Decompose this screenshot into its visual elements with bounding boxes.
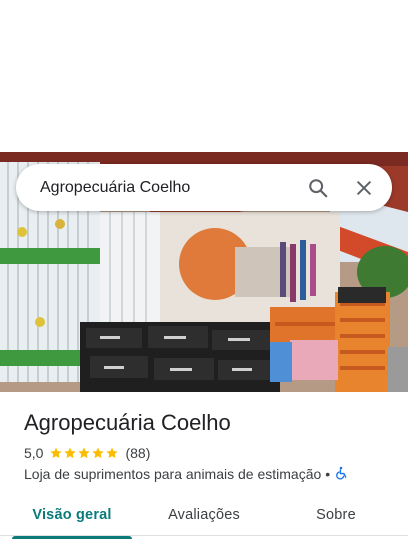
category-row: Loja de suprimentos para animais de esti… bbox=[24, 465, 348, 483]
tab-about-label: Sobre bbox=[316, 507, 356, 523]
active-tab-indicator bbox=[12, 536, 132, 539]
star-icon bbox=[78, 447, 91, 459]
star-icon bbox=[92, 447, 105, 459]
place-info-panel: Agropecuária Coelho 5,0 (88) Loja de sup… bbox=[0, 392, 408, 544]
place-category[interactable]: Loja de suprimentos para animais de esti… bbox=[24, 466, 321, 482]
tab-reviews-label: Avaliações bbox=[168, 507, 240, 523]
close-icon[interactable] bbox=[340, 166, 392, 210]
search-icon[interactable] bbox=[296, 166, 340, 210]
tabs-divider bbox=[0, 535, 408, 536]
search-bar[interactable]: Agropecuária Coelho bbox=[16, 164, 392, 211]
tab-about[interactable]: Sobre bbox=[264, 495, 408, 535]
star-icon bbox=[64, 447, 77, 459]
search-query-text[interactable]: Agropecuária Coelho bbox=[40, 179, 296, 197]
rating-value: 5,0 bbox=[24, 445, 44, 461]
place-title: Agropecuária Coelho bbox=[24, 410, 231, 435]
star-rating bbox=[49, 446, 119, 460]
rating-row[interactable]: 5,0 (88) bbox=[24, 444, 150, 462]
wheelchair-icon bbox=[334, 465, 348, 484]
map-area-blank bbox=[0, 0, 408, 152]
tab-overview[interactable]: Visão geral bbox=[0, 495, 144, 539]
star-icon bbox=[106, 447, 119, 459]
place-tabs: Visão geral Avaliações Sobre bbox=[0, 495, 408, 544]
tab-overview-label: Visão geral bbox=[32, 507, 112, 523]
review-count[interactable]: (88) bbox=[125, 445, 150, 461]
star-icon bbox=[50, 447, 63, 459]
separator-dot: • bbox=[325, 466, 331, 482]
tab-reviews[interactable]: Avaliações bbox=[144, 495, 264, 535]
